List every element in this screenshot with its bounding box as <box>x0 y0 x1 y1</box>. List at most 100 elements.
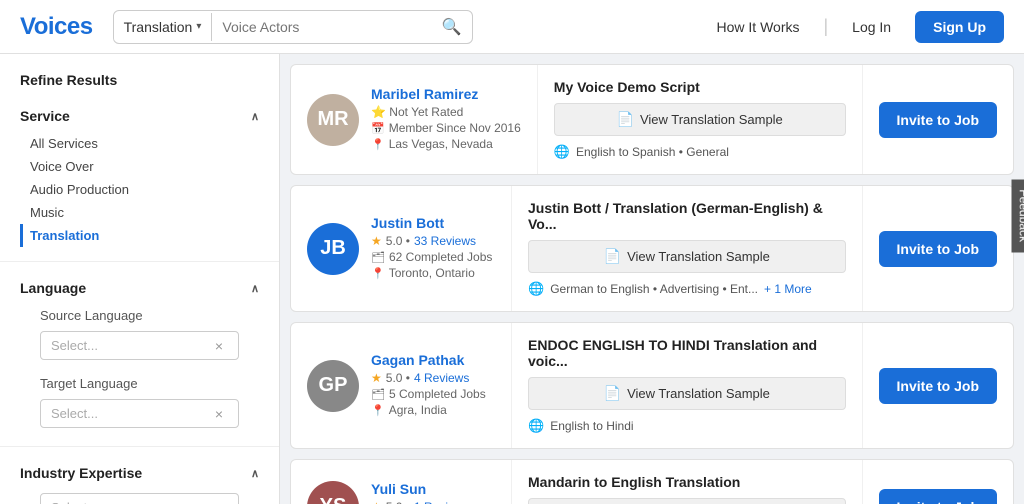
profile-card: MR Maribel Ramirez ⭐ Not Yet Rated 📅 Mem… <box>290 64 1014 175</box>
view-sample-button[interactable]: 📄 View Translation Sample <box>528 240 846 273</box>
target-language-select[interactable]: Select... <box>40 399 239 428</box>
tag-more[interactable]: + 1 More <box>764 282 812 296</box>
rating-value: 5.0 • <box>386 234 410 248</box>
reviews-link[interactable]: 4 Reviews <box>414 371 469 385</box>
profile-right: Invite to Job <box>863 65 1013 174</box>
language-section-header: Language ∧ <box>20 280 259 296</box>
search-bar: Translation ▾ 🔍 <box>113 10 473 44</box>
profile-rating: ⭐ Not Yet Rated <box>371 105 521 119</box>
document-icon: 📄 <box>617 111 634 128</box>
pin-icon: 📍 <box>371 138 385 151</box>
view-sample-button[interactable]: 📄 View Translation Sample <box>528 498 846 504</box>
profile-info: Maribel Ramirez ⭐ Not Yet Rated 📅 Member… <box>371 86 521 153</box>
nav-how-it-works[interactable]: How It Works <box>705 13 812 41</box>
profile-card: GP Gagan Pathak ★ 5.0 • 4 Reviews 🗂 5 Co… <box>290 322 1014 449</box>
rating-value: 5.0 • <box>386 500 410 504</box>
search-button[interactable]: 🔍 <box>432 11 472 43</box>
source-clear-icon[interactable]: × <box>215 338 223 354</box>
refine-results-title: Refine Results <box>0 68 279 98</box>
search-dropdown[interactable]: Translation ▾ <box>114 13 213 41</box>
sidebar-divider-2 <box>0 446 279 447</box>
profile-right: Invite to Job <box>863 460 1013 504</box>
location: 📍 Agra, India <box>371 403 486 417</box>
not-rated: ⭐ Not Yet Rated <box>371 105 463 119</box>
profile-rating: ★ 5.0 • 33 Reviews <box>371 234 492 248</box>
profile-left: MR Maribel Ramirez ⭐ Not Yet Rated 📅 Mem… <box>291 65 537 174</box>
main-content: MR Maribel Ramirez ⭐ Not Yet Rated 📅 Mem… <box>280 54 1024 504</box>
invite-to-job-button[interactable]: Invite to Job <box>879 231 997 267</box>
location: 📍 Toronto, Ontario <box>371 266 492 280</box>
stars-icon: ★ <box>371 371 382 385</box>
demo-title: Justin Bott / Translation (German-Englis… <box>528 200 846 232</box>
signup-button[interactable]: Sign Up <box>915 11 1004 43</box>
briefcase-icon: 🗂 <box>371 251 385 264</box>
service-section-header: Service ∧ <box>20 108 259 124</box>
sidebar-item-all-services[interactable]: All Services <box>20 132 259 155</box>
search-input[interactable] <box>212 13 431 41</box>
profile-info: Justin Bott ★ 5.0 • 33 Reviews 🗂 62 Comp… <box>371 215 492 282</box>
sidebar-item-audio-production[interactable]: Audio Production <box>20 178 259 201</box>
demo-title: Mandarin to English Translation <box>528 474 846 490</box>
invite-to-job-button[interactable]: Invite to Job <box>879 489 997 504</box>
source-language-select[interactable]: Select... <box>40 331 239 360</box>
demo-title: ENDOC ENGLISH TO HINDI Translation and v… <box>528 337 846 369</box>
profile-middle: ENDOC ENGLISH TO HINDI Translation and v… <box>511 323 863 448</box>
stars-icon: ★ <box>371 500 382 504</box>
document-icon: 📄 <box>604 248 621 265</box>
profile-middle: My Voice Demo Script 📄 View Translation … <box>537 65 863 174</box>
industry-select[interactable]: Select <box>40 493 239 504</box>
sidebar-item-translation[interactable]: Translation <box>20 224 259 247</box>
industry-label: Industry Expertise <box>20 465 142 481</box>
profile-card: YS Yuli Sun ★ 5.0 • 1 Review 🗂 1 Complet… <box>290 459 1014 504</box>
avatar: YS <box>307 481 359 504</box>
search-dropdown-label: Translation <box>124 19 193 35</box>
sidebar: Refine Results Service ∧ All Services Vo… <box>0 54 280 504</box>
language-label: Language <box>20 280 86 296</box>
profile-name[interactable]: Gagan Pathak <box>371 352 486 368</box>
calendar-icon: 📅 <box>371 122 385 135</box>
profile-name[interactable]: Yuli Sun <box>371 481 480 497</box>
industry-section-header: Industry Expertise ∧ <box>20 465 259 481</box>
reviews-link[interactable]: 1 Review <box>414 500 463 504</box>
language-chevron-icon: ∧ <box>251 282 259 295</box>
document-icon: 📄 <box>604 385 621 402</box>
profile-right: Invite to Job <box>863 323 1013 448</box>
sidebar-item-voice-over[interactable]: Voice Over <box>20 155 259 178</box>
service-section: Service ∧ All Services Voice Over Audio … <box>0 98 279 253</box>
reviews-link[interactable]: 33 Reviews <box>414 234 476 248</box>
source-language-wrap: Select... × <box>20 327 259 364</box>
avatar: JB <box>307 223 359 275</box>
profile-name[interactable]: Justin Bott <box>371 215 492 231</box>
pin-icon: 📍 <box>371 267 385 280</box>
profile-tags: 🌐 German to English • Advertising • Ent.… <box>528 281 846 297</box>
login-button[interactable]: Log In <box>840 13 903 41</box>
target-language-wrap: Select... × <box>20 395 259 432</box>
avatar: MR <box>307 94 359 146</box>
page-body: Refine Results Service ∧ All Services Vo… <box>0 54 1024 504</box>
avatar: GP <box>307 360 359 412</box>
member-since: 📅 Member Since Nov 2016 <box>371 121 521 135</box>
feedback-tab[interactable]: Feedback <box>1012 179 1024 252</box>
nav-divider: | <box>823 16 828 37</box>
chevron-down-icon: ▾ <box>196 21 201 32</box>
industry-section: Industry Expertise ∧ Select ▾ <box>0 455 279 504</box>
sidebar-item-music[interactable]: Music <box>20 201 259 224</box>
profile-info: Yuli Sun ★ 5.0 • 1 Review 🗂 1 Completed … <box>371 481 480 504</box>
view-sample-button[interactable]: 📄 View Translation Sample <box>554 103 846 136</box>
profile-card: JB Justin Bott ★ 5.0 • 33 Reviews 🗂 62 C… <box>290 185 1014 312</box>
profile-rating: ★ 5.0 • 1 Review <box>371 500 480 504</box>
profile-tags: 🌐 English to Spanish • General <box>554 144 846 160</box>
service-label: Service <box>20 108 70 124</box>
profile-right: Invite to Job <box>863 186 1013 311</box>
profile-name[interactable]: Maribel Ramirez <box>371 86 521 102</box>
target-language-label: Target Language <box>20 372 259 395</box>
stars-icon: ★ <box>371 234 382 248</box>
service-chevron-icon: ∧ <box>251 110 259 123</box>
invite-to-job-button[interactable]: Invite to Job <box>879 102 997 138</box>
invite-to-job-button[interactable]: Invite to Job <box>879 368 997 404</box>
profile-rating: ★ 5.0 • 4 Reviews <box>371 371 486 385</box>
briefcase-icon: 🗂 <box>371 388 385 401</box>
target-clear-icon[interactable]: × <box>215 406 223 422</box>
completed-jobs: 🗂 62 Completed Jobs <box>371 250 492 264</box>
view-sample-button[interactable]: 📄 View Translation Sample <box>528 377 846 410</box>
